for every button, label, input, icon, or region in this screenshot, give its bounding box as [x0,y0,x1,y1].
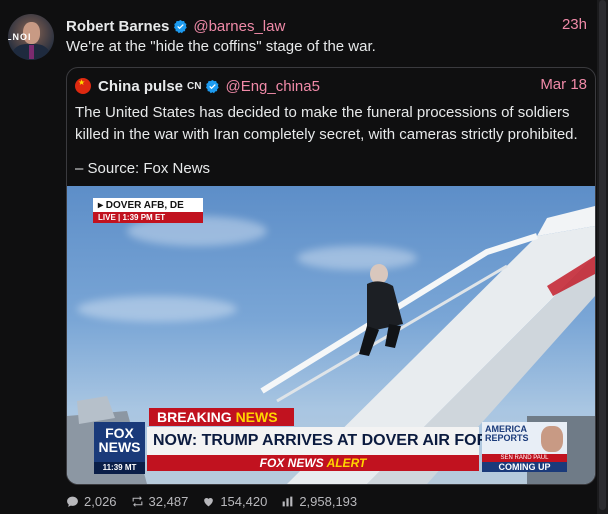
quote-header: ★ China pulse CN @Eng_china5 Mar 18 [75,76,587,96]
quoted-tweet[interactable]: ★ China pulse CN @Eng_china5 Mar 18 The … [66,67,596,485]
news-headline: NOW: TRUMP ARRIVES AT DOVER AIR FORCE BA… [147,427,559,455]
author-name[interactable]: Robert Barnes [66,18,169,35]
promo-title: AMERICA REPORTS [485,424,529,443]
quote-text: The United States has decided to make th… [75,104,578,143]
author-handle[interactable]: @barnes_law [193,18,285,35]
verified-badge-icon [174,19,188,33]
avatar-tie [29,45,34,59]
quote-author-name[interactable]: China pulse [98,78,183,95]
like-button[interactable]: 154,420 [202,494,267,509]
tweet-time[interactable]: 23h [562,16,587,33]
views-chart-icon [282,496,293,507]
view-count: 2,958,193 [299,494,358,509]
location-ticker: ▸ DOVER AFB, DE [93,198,203,213]
verified-badge-icon [206,79,220,93]
live-time: 1:39 PM ET [122,213,166,222]
tweet-header: Robert Barnes @barnes_law 23h [66,16,587,36]
reply-button[interactable]: 2,026 [66,494,117,509]
alert-network: FOX NEWS [259,456,324,470]
views-button[interactable]: 2,958,193 [281,494,357,509]
live-label: LIVE [98,213,116,222]
scrollbar-thumb[interactable] [599,0,606,510]
quote-author-handle[interactable]: @Eng_china5 [225,78,319,95]
china-flag-icon: ★ [75,78,91,94]
network-time: 11:39 MT [94,462,145,474]
retweet-button[interactable]: 32,487 [131,494,189,509]
avatar-letters: LNOI [8,32,32,42]
breaking-news-banner: BREAKING NEWS [149,408,294,426]
alert-label: ALERT [326,456,367,470]
news-alert-bar: FOX NEWS ALERT [147,455,479,471]
tweet[interactable]: LNOI Robert Barnes @barnes_law 23h We're… [0,0,597,514]
retweet-icon [132,496,142,507]
live-ticker: LIVE | 1:39 PM ET [93,212,203,223]
quote-media-image[interactable]: ▸ DOVER AFB, DE LIVE | 1:39 PM ET BREAKI… [67,186,595,484]
breaking-news-label: NEWS [235,409,278,425]
promo-face [541,426,563,452]
quote-source: – Source: Fox News [75,160,211,177]
reply-count: 2,026 [84,494,117,509]
retweet-count: 32,487 [148,494,189,509]
promo-subtitle: SEN RAND PAUL [482,454,567,462]
breaking-label: BREAKING [157,409,232,425]
promo-coming-up: COMING UP [482,462,567,472]
tweet-text: We're at the "hide the coffins" stage of… [66,38,376,55]
like-count: 154,420 [220,494,268,509]
show-promo: AMERICA REPORTS SEN RAND PAUL COMING UP [482,422,567,472]
quote-date[interactable]: Mar 18 [540,76,587,93]
author-avatar[interactable]: LNOI [8,14,54,60]
tweet-metrics: 2,026 32,487 154,420 2,958,193 [66,494,371,509]
heart-icon [204,497,214,507]
quote-author-badge: CN [187,80,202,92]
scrollbar[interactable] [597,0,608,514]
reply-icon [67,496,78,507]
